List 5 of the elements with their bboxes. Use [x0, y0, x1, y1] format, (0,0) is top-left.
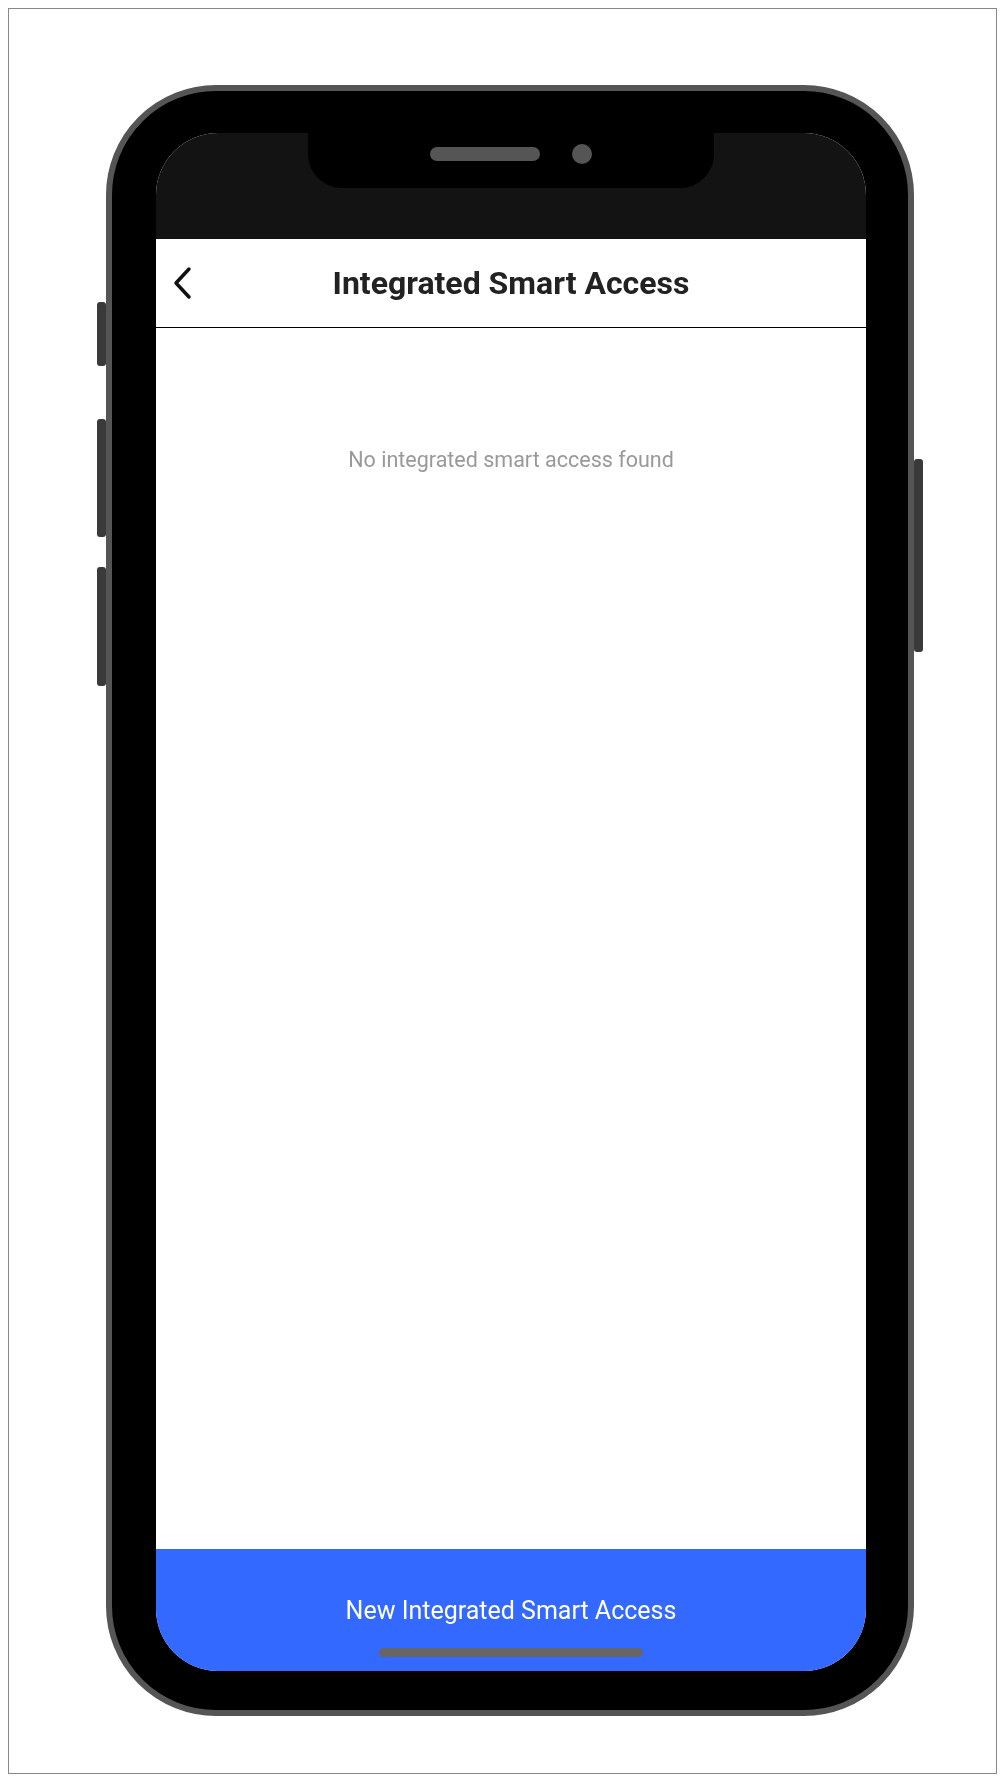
new-access-button[interactable]: New Integrated Smart Access: [156, 1549, 866, 1671]
back-icon[interactable]: [172, 266, 192, 300]
page-title: Integrated Smart Access: [332, 264, 690, 302]
camera-dot: [572, 143, 592, 164]
empty-message: No integrated smart access found: [348, 447, 674, 473]
